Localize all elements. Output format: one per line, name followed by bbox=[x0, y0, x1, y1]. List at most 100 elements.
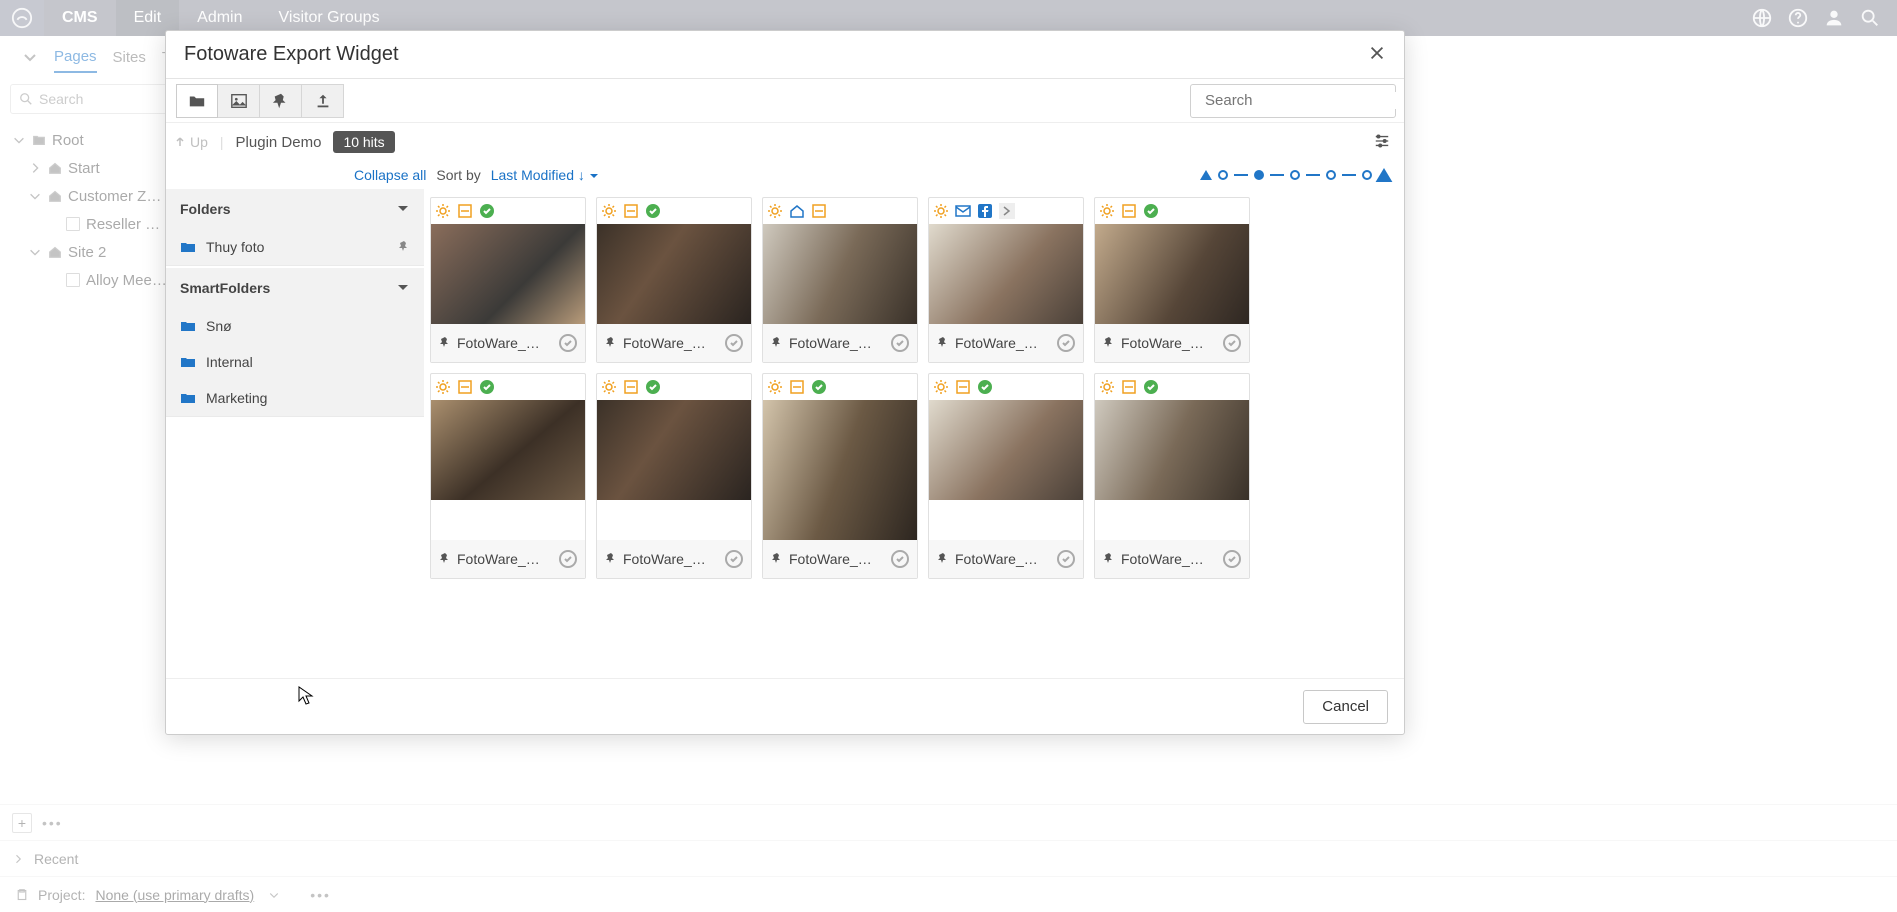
pin-icon[interactable] bbox=[771, 551, 783, 567]
thumbnail-item[interactable]: FotoWare_… bbox=[596, 197, 752, 363]
tab-sites[interactable]: Sites bbox=[113, 43, 146, 72]
thumbnail-size-slider[interactable] bbox=[1200, 170, 1390, 180]
chevron-down-icon bbox=[589, 171, 599, 181]
app-logo-icon[interactable] bbox=[0, 0, 44, 36]
thumbnail-item[interactable]: FotoWare_… bbox=[762, 197, 918, 363]
project-more[interactable]: ••• bbox=[310, 887, 331, 903]
project-row[interactable]: Project: None (use primary drafts) ••• bbox=[0, 876, 1897, 912]
thumbnail-item[interactable]: FotoWare_… bbox=[1094, 197, 1250, 363]
pin-icon[interactable] bbox=[398, 239, 410, 255]
thumbnail-item[interactable]: FotoWare_… bbox=[1094, 373, 1250, 579]
thumbnail-item[interactable]: FotoWare_… bbox=[928, 373, 1084, 579]
folder-icon bbox=[180, 390, 196, 406]
cancel-button[interactable]: Cancel bbox=[1303, 690, 1388, 724]
thumbnail-image bbox=[763, 224, 917, 324]
thumbnail-image bbox=[597, 224, 751, 324]
thumbnail-item[interactable]: FotoWare_… bbox=[762, 373, 918, 579]
add-button[interactable]: + bbox=[12, 813, 32, 833]
select-checkbox[interactable] bbox=[725, 550, 743, 568]
folders-header[interactable]: Folders bbox=[166, 189, 424, 229]
user-icon[interactable] bbox=[1823, 7, 1845, 29]
view-upload-button[interactable] bbox=[302, 84, 344, 118]
collapse-all-button[interactable]: Collapse all bbox=[354, 167, 426, 183]
topmenu-cms[interactable]: CMS bbox=[44, 0, 116, 36]
home-icon bbox=[48, 161, 62, 175]
thumbnail-item[interactable]: FotoWare_… bbox=[430, 197, 586, 363]
tab-pages[interactable]: Pages bbox=[54, 42, 97, 73]
thumbnail-footer: FotoWare_… bbox=[597, 324, 751, 362]
gear-badge-icon bbox=[1099, 203, 1115, 219]
help-icon[interactable] bbox=[1787, 7, 1809, 29]
modal-search-input[interactable] bbox=[1205, 92, 1404, 109]
check-badge-icon bbox=[645, 379, 661, 395]
smartfolders-header[interactable]: SmartFolders bbox=[166, 268, 424, 308]
thumbnail-image bbox=[929, 224, 1083, 324]
select-checkbox[interactable] bbox=[725, 334, 743, 352]
breadcrumb-current: Plugin Demo bbox=[236, 134, 322, 151]
thumbnail-footer: FotoWare_… bbox=[929, 540, 1083, 578]
sidebar-item-label: Thuy foto bbox=[206, 239, 264, 255]
thumbnail-badges bbox=[597, 198, 751, 224]
pin-icon[interactable] bbox=[1103, 335, 1115, 351]
select-checkbox[interactable] bbox=[1057, 334, 1075, 352]
chevron-down-icon[interactable] bbox=[22, 49, 38, 65]
thumbnail-item[interactable]: FotoWare_… bbox=[596, 373, 752, 579]
thumbnail-footer: FotoWare_… bbox=[929, 324, 1083, 362]
thumbnail-item[interactable]: FotoWare_… bbox=[928, 197, 1084, 363]
select-checkbox[interactable] bbox=[1057, 550, 1075, 568]
tree-search-input[interactable]: Search bbox=[10, 84, 190, 114]
select-checkbox[interactable] bbox=[891, 550, 909, 568]
thumbnail-filename: FotoWare_… bbox=[789, 551, 885, 567]
select-checkbox[interactable] bbox=[559, 334, 577, 352]
globe-icon[interactable] bbox=[1751, 7, 1773, 29]
filter-settings-button[interactable] bbox=[1374, 133, 1390, 152]
sort-value-dropdown[interactable]: Last Modified ↓ bbox=[491, 167, 599, 183]
view-pinned-button[interactable] bbox=[260, 84, 302, 118]
select-checkbox[interactable] bbox=[1223, 334, 1241, 352]
thumbnail-item[interactable]: FotoWare_… bbox=[430, 373, 586, 579]
pin-icon[interactable] bbox=[439, 551, 451, 567]
view-image-button[interactable] bbox=[218, 84, 260, 118]
thumbnail-badges bbox=[597, 374, 751, 400]
tree-search-placeholder: Search bbox=[39, 91, 83, 107]
size-decrease-icon[interactable] bbox=[1200, 170, 1212, 180]
check-badge-icon bbox=[1143, 203, 1159, 219]
modal-title: Fotoware Export Widget bbox=[184, 43, 399, 66]
chevron-down-icon bbox=[12, 133, 26, 147]
thumbnail-badges bbox=[763, 198, 917, 224]
close-button[interactable] bbox=[1368, 44, 1386, 65]
recent-row[interactable]: Recent bbox=[0, 840, 1897, 876]
check-badge-icon bbox=[479, 379, 495, 395]
gear-badge-icon bbox=[601, 379, 617, 395]
search-icon[interactable] bbox=[1859, 7, 1881, 29]
pin-icon[interactable] bbox=[439, 335, 451, 351]
pin-icon[interactable] bbox=[605, 335, 617, 351]
project-value[interactable]: None (use primary drafts) bbox=[95, 887, 254, 903]
pin-icon[interactable] bbox=[1103, 551, 1115, 567]
sidebar-smart-marketing[interactable]: Marketing bbox=[166, 380, 424, 416]
more-badge-icon bbox=[999, 203, 1015, 219]
more-button[interactable]: ••• bbox=[42, 815, 63, 831]
thumbnail-image bbox=[431, 224, 585, 324]
pin-icon[interactable] bbox=[771, 335, 783, 351]
pin-icon[interactable] bbox=[937, 335, 949, 351]
select-checkbox[interactable] bbox=[559, 550, 577, 568]
thumbnail-image bbox=[1095, 400, 1249, 500]
select-checkbox[interactable] bbox=[1223, 550, 1241, 568]
breadcrumb-up[interactable]: Up bbox=[174, 134, 208, 150]
modal-sidebar: Folders Thuy foto SmartFolders Snø bbox=[166, 189, 424, 678]
sidebar-folder-thuy-foto[interactable]: Thuy foto bbox=[166, 229, 424, 265]
size-increase-icon[interactable] bbox=[1376, 168, 1393, 182]
sort-value-text: Last Modified bbox=[491, 167, 574, 183]
pin-icon[interactable] bbox=[937, 551, 949, 567]
view-folder-button[interactable] bbox=[176, 84, 218, 118]
sidebar-smart-internal[interactable]: Internal bbox=[166, 344, 424, 380]
chevron-down-icon bbox=[28, 189, 42, 203]
gear-badge-icon bbox=[601, 203, 617, 219]
modal-search[interactable] bbox=[1190, 84, 1396, 118]
gear-badge-icon bbox=[933, 203, 949, 219]
select-checkbox[interactable] bbox=[891, 334, 909, 352]
sidebar-smart-sno[interactable]: Snø bbox=[166, 308, 424, 344]
pin-icon[interactable] bbox=[605, 551, 617, 567]
gear-badge-icon bbox=[933, 379, 949, 395]
